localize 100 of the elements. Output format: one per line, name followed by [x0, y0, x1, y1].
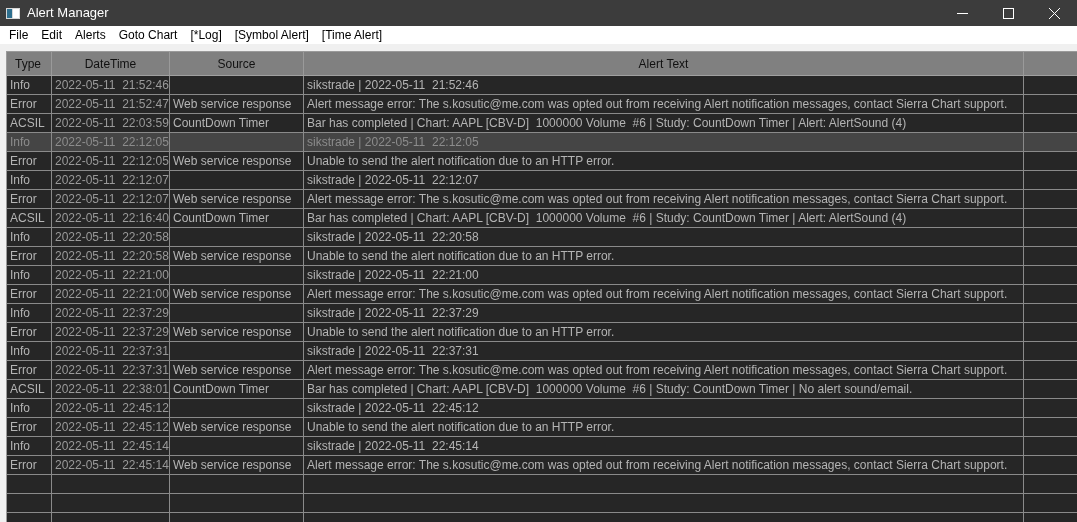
table-cell-text: sikstrade | 2022-05-11 22:12:07 — [307, 172, 479, 189]
table-cell-text: sikstrade | 2022-05-11 22:12:05 — [307, 134, 479, 151]
table-cell-text: Info — [10, 400, 30, 417]
table-row[interactable]: Error 2022-05-11 21:52:47 Web service response Alert message error: The s.kosutic@me.com was opted out from receiving Alert notification messages, contact Sierra Chart support. — [7, 95, 1077, 114]
table-row[interactable]: Info 2022-05-11 22:21:00 sikstrade | 2022-05-11 22:21:00 — [7, 266, 1077, 285]
table-cell-text: Info — [10, 77, 30, 94]
table-row[interactable]: Info 2022-05-11 22:45:14 sikstrade | 2022-05-11 22:45:14 — [7, 437, 1077, 456]
table-row[interactable]: Error 2022-05-11 22:21:00 Web service response Alert message error: The s.kosutic@me.com was opted out from receiving Alert notification messages, contact Sierra Chart support. — [7, 285, 1077, 304]
table-cell-text: sikstrade | 2022-05-11 22:21:00 — [307, 267, 479, 284]
table-row[interactable]: Error 2022-05-11 22:37:31 Web service response Alert message error: The s.kosutic@me.com was opted out from receiving Alert notification messages, contact Sierra Chart support. — [7, 361, 1077, 380]
table-row[interactable]: Info 2022-05-11 22:37:31 sikstrade | 2022-05-11 22:37:31 — [7, 342, 1077, 361]
table-cell-text: Error — [10, 362, 37, 379]
table-cell-text: 2022-05-11 22:45:14 — [55, 438, 169, 455]
table-cell-text: Error — [10, 286, 37, 303]
menu-item[interactable]: [Time Alert] — [315, 26, 389, 44]
table-cell-text: Error — [10, 96, 37, 113]
window-title: Alert Manager — [27, 4, 109, 23]
table-cell-text: Unable to send the alert notification due to an HTTP error. — [307, 324, 615, 341]
table-row[interactable]: Error 2022-05-11 22:12:05 Web service response Unable to send the alert notification due to an HTTP error. — [7, 152, 1077, 171]
table-row[interactable]: Error 2022-05-11 22:45:14 Web service response Alert message error: The s.kosutic@me.com was opted out from receiving Alert notification messages, contact Sierra Chart support. — [7, 456, 1077, 475]
table-cell-text: Web service response — [173, 324, 292, 341]
table-row[interactable]: ACSIL 2022-05-11 22:16:40 CountDown Timer Bar has completed | Chart: AAPL [CBV-D] 1000000 Volume #6 | Study: CountDown Timer | Alert: AlertSound (4) — [7, 209, 1077, 228]
menu-item[interactable]: Goto Chart — [112, 26, 184, 44]
table-cell-text: sikstrade | 2022-05-11 21:52:46 — [307, 77, 479, 94]
table-cell-text: Unable to send the alert notification due to an HTTP error. — [307, 153, 615, 170]
table-cell-text: 2022-05-11 21:52:47 — [55, 96, 169, 113]
menu-item[interactable]: Alerts — [69, 26, 112, 44]
table-cell-text: Error — [10, 457, 37, 474]
table-row[interactable]: Info 2022-05-11 22:12:07 sikstrade | 2022-05-11 22:12:07 — [7, 171, 1077, 190]
table-cell-text: CountDown Timer — [173, 115, 270, 132]
table-cell-text: CountDown Timer — [173, 210, 270, 227]
table-row[interactable]: Error 2022-05-11 22:37:29 Web service response Unable to send the alert notification due to an HTTP error. — [7, 323, 1077, 342]
table-cell-text: Error — [10, 324, 37, 341]
table-row[interactable]: ACSIL 2022-05-11 22:03:59 CountDown Timer Bar has completed | Chart: AAPL [CBV-D] 1000000 Volume #6 | Study: CountDown Timer | Alert: AlertSound (4) — [7, 114, 1077, 133]
table-cell-text: Unable to send the alert notification due to an HTTP error. — [307, 419, 615, 436]
table-cell-text: sikstrade | 2022-05-11 22:20:58 — [307, 229, 479, 246]
table-cell-text: Info — [10, 305, 30, 322]
table-row[interactable]: Info 2022-05-11 21:52:46 sikstrade | 2022-05-11 21:52:46 — [7, 76, 1077, 95]
close-icon — [1048, 7, 1060, 19]
table-cell-text: Error — [10, 419, 37, 436]
table-cell-text: 2022-05-11 22:37:31 — [55, 343, 169, 360]
table-cell-text: Bar has completed | Chart: AAPL [CBV-D] 1000000 Volume #6 | Study: CountDown Timer | Alert: AlertSound (4) — [307, 115, 907, 132]
column-header[interactable]: Source — [170, 52, 304, 75]
table-row[interactable]: ACSIL 2022-05-11 22:38:01 CountDown Timer Bar has completed | Chart: AAPL [CBV-D] 1000000 Volume #6 | Study: CountDown Timer | No alert sound/email. — [7, 380, 1077, 399]
table-cell-text: 2022-05-11 21:52:46 — [55, 77, 169, 94]
table-cell-text: 2022-05-11 22:21:00 — [55, 286, 169, 303]
table-cell-text: 2022-05-11 22:12:07 — [55, 172, 169, 189]
table-cell-text: Info — [10, 438, 30, 455]
table-row[interactable]: Error 2022-05-11 22:45:12 Web service response Unable to send the alert notification due to an HTTP error. — [7, 418, 1077, 437]
table-cell-text: Info — [10, 134, 30, 151]
table-cell-text: ACSIL — [10, 381, 45, 398]
table-cell-text: 2022-05-11 22:21:00 — [55, 267, 169, 284]
column-header[interactable]: Alert Text — [304, 52, 1024, 75]
table-cell-text: 2022-05-11 22:20:58 — [55, 229, 169, 246]
table-cell-text: Info — [10, 229, 30, 246]
table-cell-text: Alert message error: The s.kosutic@me.com was opted out from receiving Alert notification messages, contact Sierra Chart support. — [307, 362, 1008, 379]
table-cell-text: Alert message error: The s.kosutic@me.com was opted out from receiving Alert notification messages, contact Sierra Chart support. — [307, 191, 1008, 208]
maximize-icon — [1002, 7, 1014, 19]
menu-item[interactable]: [*Log] — [184, 26, 228, 44]
table-cell-text: 2022-05-11 22:45:12 — [55, 419, 169, 436]
table-cell-text: sikstrade | 2022-05-11 22:37:29 — [307, 305, 479, 322]
menu-item[interactable]: [Symbol Alert] — [228, 26, 315, 44]
table-cell-text: Info — [10, 267, 30, 284]
table-cell-text: 2022-05-11 22:45:14 — [55, 457, 169, 474]
table-cell-text: Alert message error: The s.kosutic@me.com was opted out from receiving Alert notification messages, contact Sierra Chart support. — [307, 286, 1008, 303]
table-cell-text: ACSIL — [10, 210, 45, 227]
table-cell-text: Web service response — [173, 96, 292, 113]
table-cell-text: 2022-05-11 22:37:31 — [55, 362, 169, 379]
table-cell-text: Error — [10, 153, 37, 170]
table-row[interactable]: Error 2022-05-11 22:12:07 Web service response Alert message error: The s.kosutic@me.com was opted out from receiving Alert notification messages, contact Sierra Chart support. — [7, 190, 1077, 209]
table-cell-text: 2022-05-11 22:37:29 — [55, 305, 169, 322]
table-row[interactable]: Info 2022-05-11 22:20:58 sikstrade | 2022-05-11 22:20:58 — [7, 228, 1077, 247]
table-cell-text: Error — [10, 191, 37, 208]
table-cell-text: 2022-05-11 22:37:29 — [55, 324, 169, 341]
minimize-icon — [956, 12, 968, 14]
table-cell-text: Info — [10, 343, 30, 360]
table-cell-text: 2022-05-11 22:03:59 — [55, 115, 169, 132]
table-cell-text: Web service response — [173, 286, 292, 303]
table-cell-text: Web service response — [173, 419, 292, 436]
table-cell-text: 2022-05-11 22:12:05 — [55, 153, 169, 170]
menu-item[interactable]: File — [3, 26, 35, 44]
table-cell-text: 2022-05-11 22:20:58 — [55, 248, 169, 265]
table-cell-text: Web service response — [173, 457, 292, 474]
table-cell-text: ACSIL — [10, 115, 45, 132]
table-cell-text: Bar has completed | Chart: AAPL [CBV-D] 1000000 Volume #6 | Study: CountDown Timer | Alert: AlertSound (4) — [307, 210, 907, 227]
table-row[interactable]: Info 2022-05-11 22:45:12 sikstrade | 2022-05-11 22:45:12 — [7, 399, 1077, 418]
table-cell-text: Web service response — [173, 362, 292, 379]
table-cell-text: sikstrade | 2022-05-11 22:45:14 — [307, 438, 479, 455]
table-cell-text: Info — [10, 172, 30, 189]
table-cell-text: 2022-05-11 22:16:40 — [55, 210, 169, 227]
table-cell-text: Alert message error: The s.kosutic@me.com was opted out from receiving Alert notification messages, contact Sierra Chart support. — [307, 96, 1008, 113]
table-row[interactable]: Info 2022-05-11 22:37:29 sikstrade | 2022-05-11 22:37:29 — [7, 304, 1077, 323]
table-cell-text: 2022-05-11 22:45:12 — [55, 400, 169, 417]
menu-item[interactable]: Edit — [35, 26, 69, 44]
table-cell-text: Web service response — [173, 153, 292, 170]
column-header[interactable]: Type — [7, 52, 52, 75]
table-cell-text: 2022-05-11 22:38:01 — [55, 381, 169, 398]
column-header[interactable]: DateTime — [52, 52, 170, 75]
table-row[interactable]: Error 2022-05-11 22:20:58 Web service response Unable to send the alert notification due to an HTTP error. — [7, 247, 1077, 266]
app-icon — [6, 7, 20, 19]
